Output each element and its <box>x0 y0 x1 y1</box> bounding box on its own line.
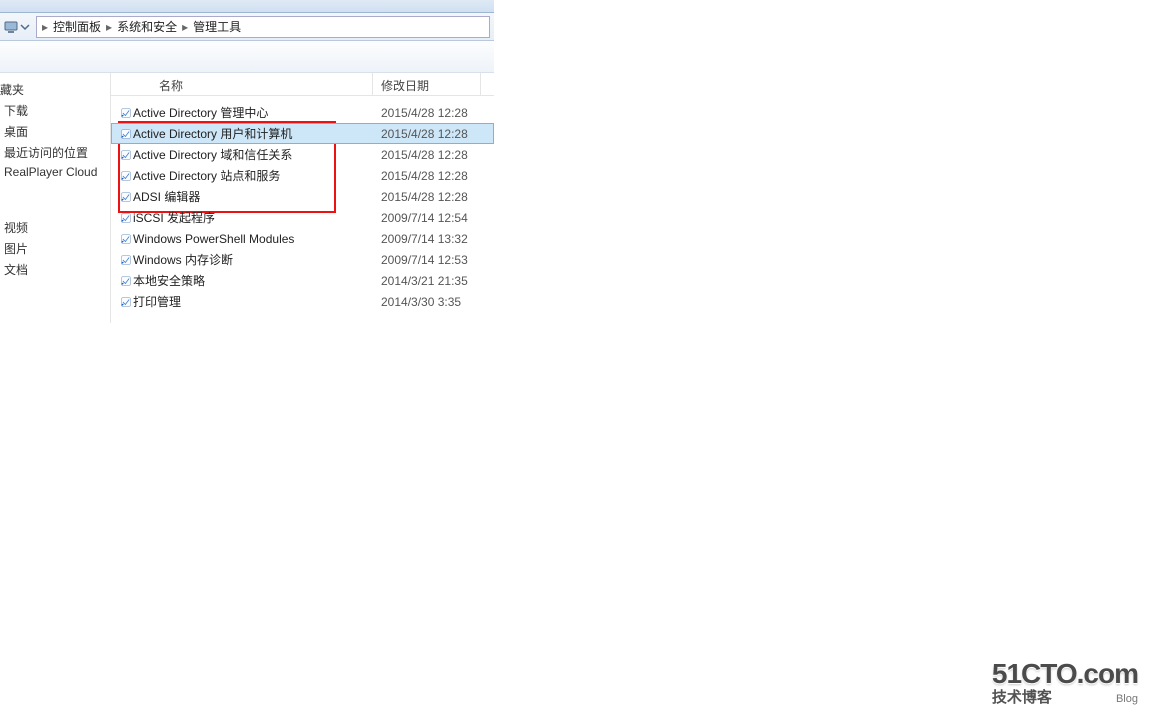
computer-icon <box>4 20 18 34</box>
sidebar-spacer <box>0 181 110 199</box>
file-date: 2009/7/14 12:53 <box>373 253 481 267</box>
watermark: 51CTO.com 技术博客 Blog <box>992 659 1138 706</box>
sidebar-item-recent[interactable]: 最近访问的位置 <box>0 142 110 163</box>
file-row[interactable]: ADSI 编辑器2015/4/28 12:28 <box>111 186 494 207</box>
watermark-line2-text: 技术博客 <box>992 690 1052 707</box>
file-rows: Active Directory 管理中心2015/4/28 12:28Acti… <box>111 96 494 312</box>
file-name: Active Directory 用户和计算机 <box>131 125 373 142</box>
file-date: 2015/4/28 12:28 <box>373 190 481 204</box>
file-date: 2009/7/14 12:54 <box>373 211 481 225</box>
sidebar-spacer <box>0 199 110 217</box>
shortcut-icon <box>111 294 131 310</box>
breadcrumb-item-2[interactable]: 管理工具 <box>190 17 244 37</box>
shortcut-icon <box>111 273 131 289</box>
column-headers: 名称 修改日期 <box>111 73 494 96</box>
column-header-name[interactable]: 名称 <box>111 73 373 95</box>
file-name: Windows PowerShell Modules <box>131 232 373 246</box>
titlebar <box>0 0 494 13</box>
file-row[interactable]: Windows PowerShell Modules2009/7/14 13:3… <box>111 228 494 249</box>
file-row[interactable]: Active Directory 用户和计算机2015/4/28 12:28 <box>111 123 494 144</box>
sidebar-item-downloads[interactable]: 下载 <box>0 100 110 121</box>
file-name: ADSI 编辑器 <box>131 188 373 205</box>
sidebar-heading-favorites: 藏夹 <box>0 79 110 100</box>
nav-icons <box>4 20 30 34</box>
sidebar-item-desktop[interactable]: 桌面 <box>0 121 110 142</box>
dropdown-icon[interactable] <box>20 20 30 34</box>
file-name: Active Directory 管理中心 <box>131 104 373 121</box>
file-name: 打印管理 <box>131 293 373 310</box>
chevron-right-icon[interactable]: ▸ <box>180 20 190 34</box>
file-row[interactable]: 打印管理2014/3/30 3:35 <box>111 291 494 312</box>
file-list-pane: 名称 修改日期 Active Directory 管理中心2015/4/28 1… <box>111 73 494 323</box>
shortcut-icon <box>111 168 131 184</box>
watermark-line1: 51CTO.com <box>992 659 1138 690</box>
breadcrumb[interactable]: ▸ 控制面板 ▸ 系统和安全 ▸ 管理工具 <box>36 16 490 38</box>
file-name: Active Directory 站点和服务 <box>131 167 373 184</box>
file-row[interactable]: Active Directory 域和信任关系2015/4/28 12:28 <box>111 144 494 165</box>
sidebar-item-video[interactable]: 视频 <box>0 217 110 238</box>
shortcut-icon <box>111 126 131 142</box>
shortcut-icon <box>111 189 131 205</box>
watermark-line2: 技术博客 Blog <box>992 690 1138 707</box>
shortcut-icon <box>111 147 131 163</box>
file-date: 2014/3/30 3:35 <box>373 295 481 309</box>
shortcut-icon <box>111 252 131 268</box>
sidebar-item-pictures[interactable]: 图片 <box>0 238 110 259</box>
file-name: Windows 内存诊断 <box>131 251 373 268</box>
file-row[interactable]: iSCSI 发起程序2009/7/14 12:54 <box>111 207 494 228</box>
breadcrumb-item-1[interactable]: 系统和安全 <box>114 17 180 37</box>
column-header-date[interactable]: 修改日期 <box>373 73 481 95</box>
sidebar-item-documents[interactable]: 文档 <box>0 259 110 280</box>
file-name: 本地安全策略 <box>131 272 373 289</box>
file-row[interactable]: Windows 内存诊断2009/7/14 12:53 <box>111 249 494 270</box>
file-date: 2014/3/21 21:35 <box>373 274 481 288</box>
file-date: 2015/4/28 12:28 <box>373 148 481 162</box>
explorer-window: ▸ 控制面板 ▸ 系统和安全 ▸ 管理工具 藏夹 下载 桌面 最近访问的位置 R… <box>0 0 494 323</box>
address-bar: ▸ 控制面板 ▸ 系统和安全 ▸ 管理工具 <box>0 13 494 41</box>
file-date: 2009/7/14 13:32 <box>373 232 481 246</box>
file-date: 2015/4/28 12:28 <box>373 169 481 183</box>
toolbar <box>0 41 494 73</box>
file-row[interactable]: Active Directory 站点和服务2015/4/28 12:28 <box>111 165 494 186</box>
file-row[interactable]: Active Directory 管理中心2015/4/28 12:28 <box>111 102 494 123</box>
shortcut-icon <box>111 210 131 226</box>
file-date: 2015/4/28 12:28 <box>373 127 481 141</box>
watermark-line2-sub: Blog <box>1116 693 1138 705</box>
shortcut-icon <box>111 231 131 247</box>
body: 藏夹 下载 桌面 最近访问的位置 RealPlayer Cloud 视频 图片 … <box>0 73 494 323</box>
file-name: iSCSI 发起程序 <box>131 209 373 226</box>
sidebar-item-realplayer[interactable]: RealPlayer Cloud <box>0 163 110 181</box>
chevron-right-icon[interactable]: ▸ <box>40 20 50 34</box>
sidebar: 藏夹 下载 桌面 最近访问的位置 RealPlayer Cloud 视频 图片 … <box>0 73 111 323</box>
breadcrumb-item-0[interactable]: 控制面板 <box>50 17 104 37</box>
file-row[interactable]: 本地安全策略2014/3/21 21:35 <box>111 270 494 291</box>
file-name: Active Directory 域和信任关系 <box>131 146 373 163</box>
chevron-right-icon[interactable]: ▸ <box>104 20 114 34</box>
file-date: 2015/4/28 12:28 <box>373 106 481 120</box>
shortcut-icon <box>111 105 131 121</box>
